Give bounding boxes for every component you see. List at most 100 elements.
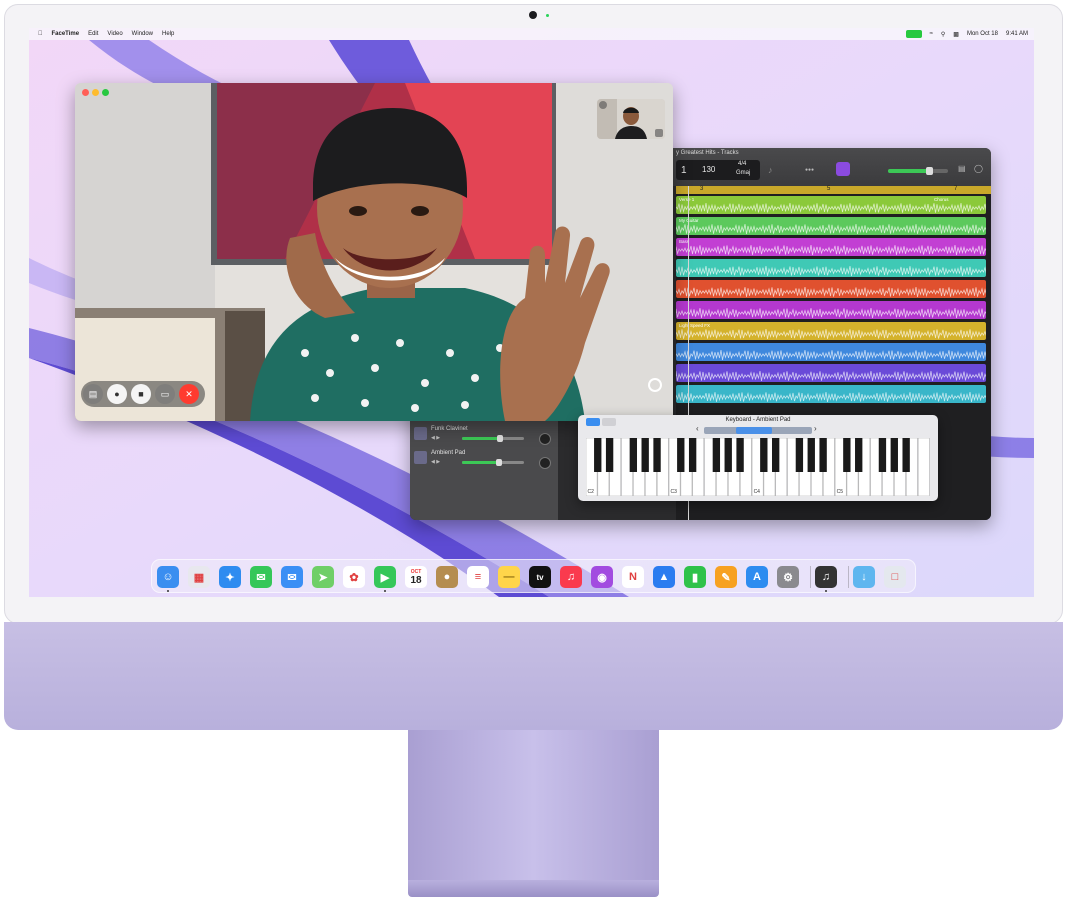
downloads-folder-icon[interactable]: ↓: [853, 566, 875, 588]
launchpad-icon[interactable]: ▦: [188, 566, 210, 588]
track-region[interactable]: [676, 259, 986, 277]
loop-browser-icon[interactable]: ◯: [974, 164, 983, 173]
zoom-window-button[interactable]: [102, 89, 109, 96]
octave-down-icon[interactable]: ‹: [696, 424, 699, 433]
menu-edit[interactable]: Edit: [88, 31, 98, 37]
finder-icon[interactable]: ☺: [157, 566, 179, 588]
close-window-button[interactable]: [82, 89, 89, 96]
numbers-icon[interactable]: ▮: [684, 566, 706, 588]
system-preferences-icon[interactable]: ⚙: [777, 566, 799, 588]
piano-keys[interactable]: C2 C3 C4 C5: [586, 438, 930, 496]
menu-help[interactable]: Help: [162, 31, 174, 37]
lcd-display[interactable]: 1 130 4/4 Gmaj: [676, 160, 760, 180]
black-key[interactable]: [878, 438, 887, 472]
black-key[interactable]: [760, 438, 768, 472]
end-call-icon[interactable]: ✕: [179, 384, 199, 404]
timeline-ruler[interactable]: 3 5 7: [676, 186, 991, 194]
black-key[interactable]: [795, 438, 804, 472]
black-key[interactable]: [855, 438, 863, 472]
master-volume-slider[interactable]: [888, 167, 948, 175]
notepad-icon[interactable]: ▤: [958, 164, 966, 173]
track-region[interactable]: [676, 280, 986, 298]
track-region[interactable]: [676, 343, 986, 361]
self-view-options-icon[interactable]: [599, 101, 607, 109]
keyboard-range-selector[interactable]: [704, 427, 812, 434]
facetime-window[interactable]: ▤ ● ■ ▭ ✕: [75, 83, 673, 421]
black-key[interactable]: [688, 438, 697, 472]
octave-up-icon[interactable]: ›: [814, 424, 817, 433]
podcasts-icon[interactable]: ◉: [591, 566, 613, 588]
screen-share-icon[interactable]: ▭: [155, 384, 175, 404]
track-region[interactable]: My Guitar: [676, 217, 986, 235]
notes-icon[interactable]: —: [498, 566, 520, 588]
safari-icon[interactable]: ✦: [219, 566, 241, 588]
count-in-icon[interactable]: ●●●: [805, 167, 814, 173]
news-icon[interactable]: N: [622, 566, 644, 588]
track-region[interactable]: [676, 301, 986, 319]
black-key[interactable]: [712, 438, 721, 472]
photos-icon[interactable]: ✿: [343, 566, 365, 588]
contacts-icon[interactable]: ●: [436, 566, 458, 588]
black-key[interactable]: [653, 438, 661, 472]
tv-icon[interactable]: tv: [529, 566, 551, 588]
black-key[interactable]: [807, 438, 815, 472]
track-header[interactable]: Ambient Pad ◀ ▶: [410, 448, 558, 470]
calendar-icon[interactable]: OCT 18: [405, 566, 427, 588]
mail-icon[interactable]: ✉: [281, 566, 303, 588]
menu-date[interactable]: Mon Oct 18: [967, 31, 998, 37]
microphone-icon[interactable]: ●: [107, 384, 127, 404]
track-volume-slider[interactable]: [462, 435, 524, 442]
app-store-icon[interactable]: A: [746, 566, 768, 588]
keynote-icon[interactable]: ▲: [653, 566, 675, 588]
black-key[interactable]: [677, 438, 685, 472]
garageband-icon[interactable]: ♫: [815, 566, 837, 588]
self-view-tile[interactable]: [597, 99, 665, 139]
track-region[interactable]: Light Speed FX: [676, 322, 986, 340]
tuner-icon[interactable]: ♪: [768, 165, 773, 175]
facetime-camera-indicator-icon[interactable]: [905, 30, 922, 38]
search-icon[interactable]: ⚲: [941, 31, 945, 38]
messages-icon[interactable]: ✉: [250, 566, 272, 588]
camera-effects-icon[interactable]: [655, 129, 663, 137]
pan-knob[interactable]: [539, 457, 551, 469]
facetime-icon[interactable]: ▶: [374, 566, 396, 588]
track-header[interactable]: Funk Clavinet ◀ ▶: [410, 424, 558, 446]
black-key[interactable]: [724, 438, 732, 472]
black-key[interactable]: [736, 438, 744, 472]
track-region[interactable]: [676, 364, 986, 382]
menu-app-name[interactable]: FaceTime: [52, 31, 80, 37]
black-key[interactable]: [819, 438, 827, 472]
pages-icon[interactable]: ✎: [715, 566, 737, 588]
black-key[interactable]: [641, 438, 649, 472]
maps-icon[interactable]: ➤: [312, 566, 334, 588]
musical-typing-keyboard-window[interactable]: Keyboard - Ambient Pad ‹ › C2 C3 C4 C5: [578, 415, 938, 501]
black-key[interactable]: [843, 438, 851, 472]
minimize-window-button[interactable]: [92, 89, 99, 96]
pan-knob[interactable]: [539, 433, 551, 445]
menu-time[interactable]: 9:41 AM: [1006, 31, 1028, 37]
reminders-icon[interactable]: ≡: [467, 566, 489, 588]
mute-solo-icons[interactable]: ◀ ▶: [431, 435, 440, 441]
track-region[interactable]: [676, 385, 986, 403]
video-camera-icon[interactable]: ■: [131, 384, 151, 404]
black-key[interactable]: [605, 438, 614, 472]
track-region[interactable]: Verse 1 Chorus: [676, 196, 986, 214]
black-key[interactable]: [771, 438, 780, 472]
black-key[interactable]: [629, 438, 638, 472]
trash-icon[interactable]: □: [884, 566, 906, 588]
track-volume-slider[interactable]: [462, 459, 524, 466]
sidebar-icon[interactable]: ▤: [83, 384, 103, 404]
track-region[interactable]: Bass: [676, 238, 986, 256]
shareplay-button[interactable]: [648, 378, 662, 392]
white-key[interactable]: [917, 438, 930, 496]
metronome-icon[interactable]: [836, 162, 850, 176]
menu-video[interactable]: Video: [107, 31, 122, 37]
black-key[interactable]: [902, 438, 910, 472]
apple-icon[interactable]: : [38, 31, 43, 37]
wifi-icon[interactable]: ≈: [930, 31, 933, 37]
black-key[interactable]: [594, 438, 602, 472]
music-icon[interactable]: ♫: [560, 566, 582, 588]
black-key[interactable]: [890, 438, 898, 472]
control-center-icon[interactable]: ▩: [953, 31, 959, 38]
mute-solo-icons[interactable]: ◀ ▶: [431, 459, 440, 465]
